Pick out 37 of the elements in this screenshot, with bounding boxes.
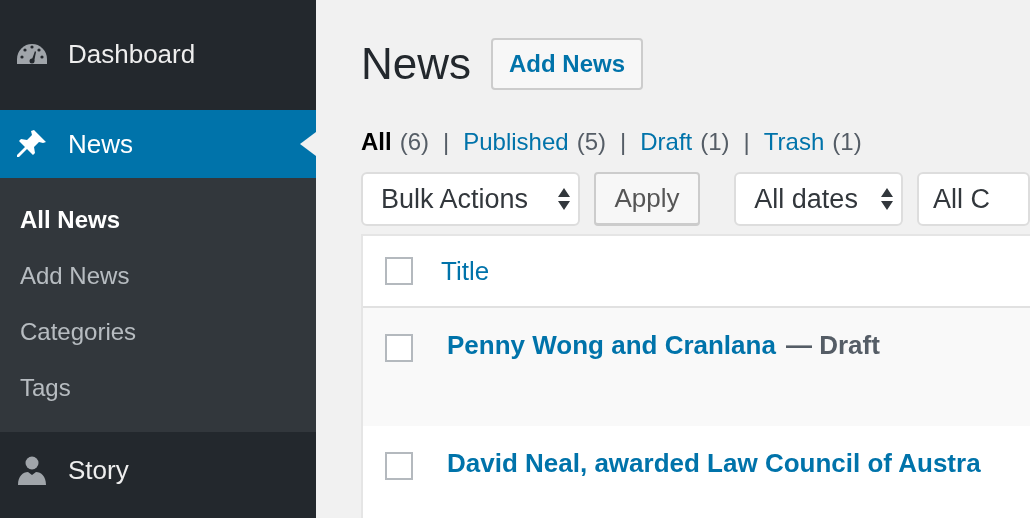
menu-item[interactable]: News (0, 110, 316, 178)
bulk-actions-select[interactable]: Bulk Actions (361, 172, 580, 226)
filter-link[interactable]: Published (463, 128, 569, 156)
filter-link[interactable]: Trash (763, 128, 825, 156)
filter-count: (1) (700, 128, 730, 156)
post-state: — Draft (785, 330, 880, 361)
filter-count: (5) (576, 128, 606, 156)
gauge-icon (16, 42, 48, 66)
menu-item[interactable]: Story (0, 438, 316, 502)
filter-count: (6) (399, 128, 429, 156)
categories-select[interactable]: All C (917, 172, 1030, 226)
updown-icon (881, 188, 894, 210)
dates-select[interactable]: All dates (734, 172, 904, 226)
submenu-item[interactable]: Add News (0, 248, 316, 304)
filter-link[interactable]: All (361, 128, 392, 156)
submenu-item[interactable]: Categories (0, 304, 316, 360)
post-title-link[interactable]: Penny Wong and Cranlana (447, 330, 776, 361)
checkbox[interactable] (385, 334, 413, 362)
checkbox[interactable] (385, 452, 413, 480)
updown-icon (557, 188, 570, 210)
menu-item[interactable]: Dashboard (0, 22, 316, 86)
submenu-item[interactable]: Tags (0, 360, 316, 416)
checkbox[interactable] (385, 257, 413, 285)
user-icon (16, 454, 48, 486)
filter-count: (1) (832, 128, 862, 156)
add-news-button[interactable]: Add News (491, 38, 644, 90)
column-header[interactable]: Title (441, 255, 490, 287)
post-title-link[interactable]: David Neal, awarded Law Council of Austra (447, 448, 981, 479)
separator: | (620, 128, 627, 156)
apply-button[interactable]: Apply (593, 172, 701, 226)
filter-link[interactable]: Draft (640, 128, 693, 156)
page-title: News (361, 39, 472, 89)
separator: | (443, 128, 450, 156)
pushpin-icon (16, 128, 48, 160)
submenu-item[interactable]: All News (0, 192, 316, 248)
separator: | (743, 128, 750, 156)
current-item-pointer (300, 132, 316, 156)
